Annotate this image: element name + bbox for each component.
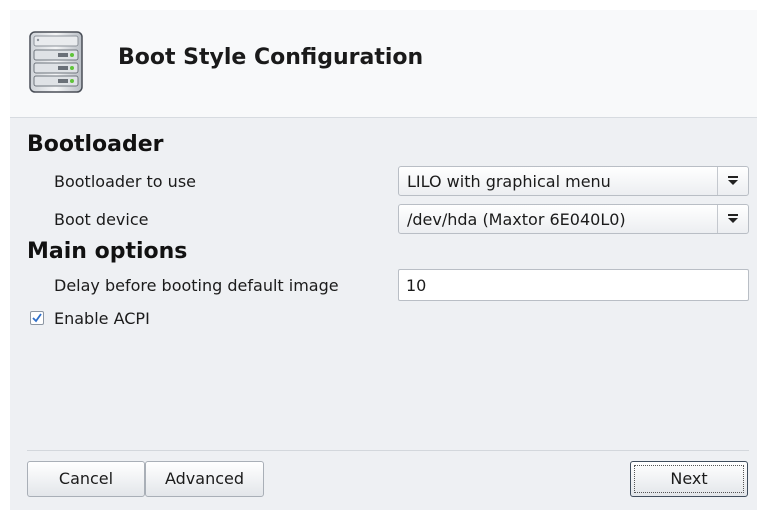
section-title-main-options: Main options <box>27 239 188 264</box>
boot-device-select-value: /dev/hda (Maxtor 6E040L0) <box>407 210 626 229</box>
bootloader-label: Bootloader to use <box>54 172 196 191</box>
page-title: Boot Style Configuration <box>118 45 424 70</box>
dropdown-arrow-icon[interactable] <box>717 205 748 233</box>
boot-device-select[interactable]: /dev/hda (Maxtor 6E040L0) <box>398 204 749 234</box>
delay-label: Delay before booting default image <box>54 276 339 295</box>
acpi-checkbox[interactable] <box>30 311 44 325</box>
server-drives-icon <box>26 30 90 96</box>
bootloader-select[interactable]: LILO with graphical menu <box>398 166 749 196</box>
divider <box>27 450 749 451</box>
delay-input[interactable] <box>398 269 749 301</box>
cancel-button[interactable]: Cancel <box>27 461 145 497</box>
next-button[interactable]: Next <box>630 461 748 497</box>
dropdown-arrow-icon[interactable] <box>717 167 748 195</box>
checkmark-icon <box>32 313 42 323</box>
focus-ring <box>634 465 744 493</box>
boot-device-label: Boot device <box>54 210 149 229</box>
section-title-bootloader: Bootloader <box>27 132 164 157</box>
advanced-button[interactable]: Advanced <box>145 461 264 497</box>
acpi-label[interactable]: Enable ACPI <box>54 309 150 328</box>
bootloader-select-value: LILO with graphical menu <box>407 172 611 191</box>
